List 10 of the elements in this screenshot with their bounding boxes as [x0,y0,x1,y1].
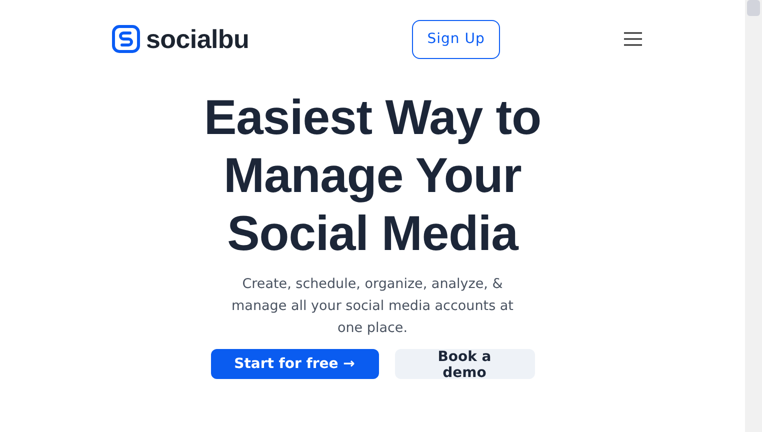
scrollbar-thumb[interactable] [747,0,760,16]
sign-up-button[interactable]: Sign Up [412,20,500,58]
logo-icon [112,25,140,53]
hero-headline: Easiest Way to Manage Your Social Media [204,90,542,263]
hero-subtitle: Create, schedule, organize, analyze, & manage all your social media accounts at one place. [230,275,514,338]
menu-icon[interactable] [622,31,643,47]
book-demo-button[interactable]: Book a demo [394,349,534,379]
start-free-button[interactable]: Start for free → [210,349,378,379]
logo-text: socialbu [146,24,250,54]
scrollbar[interactable] [745,0,762,432]
